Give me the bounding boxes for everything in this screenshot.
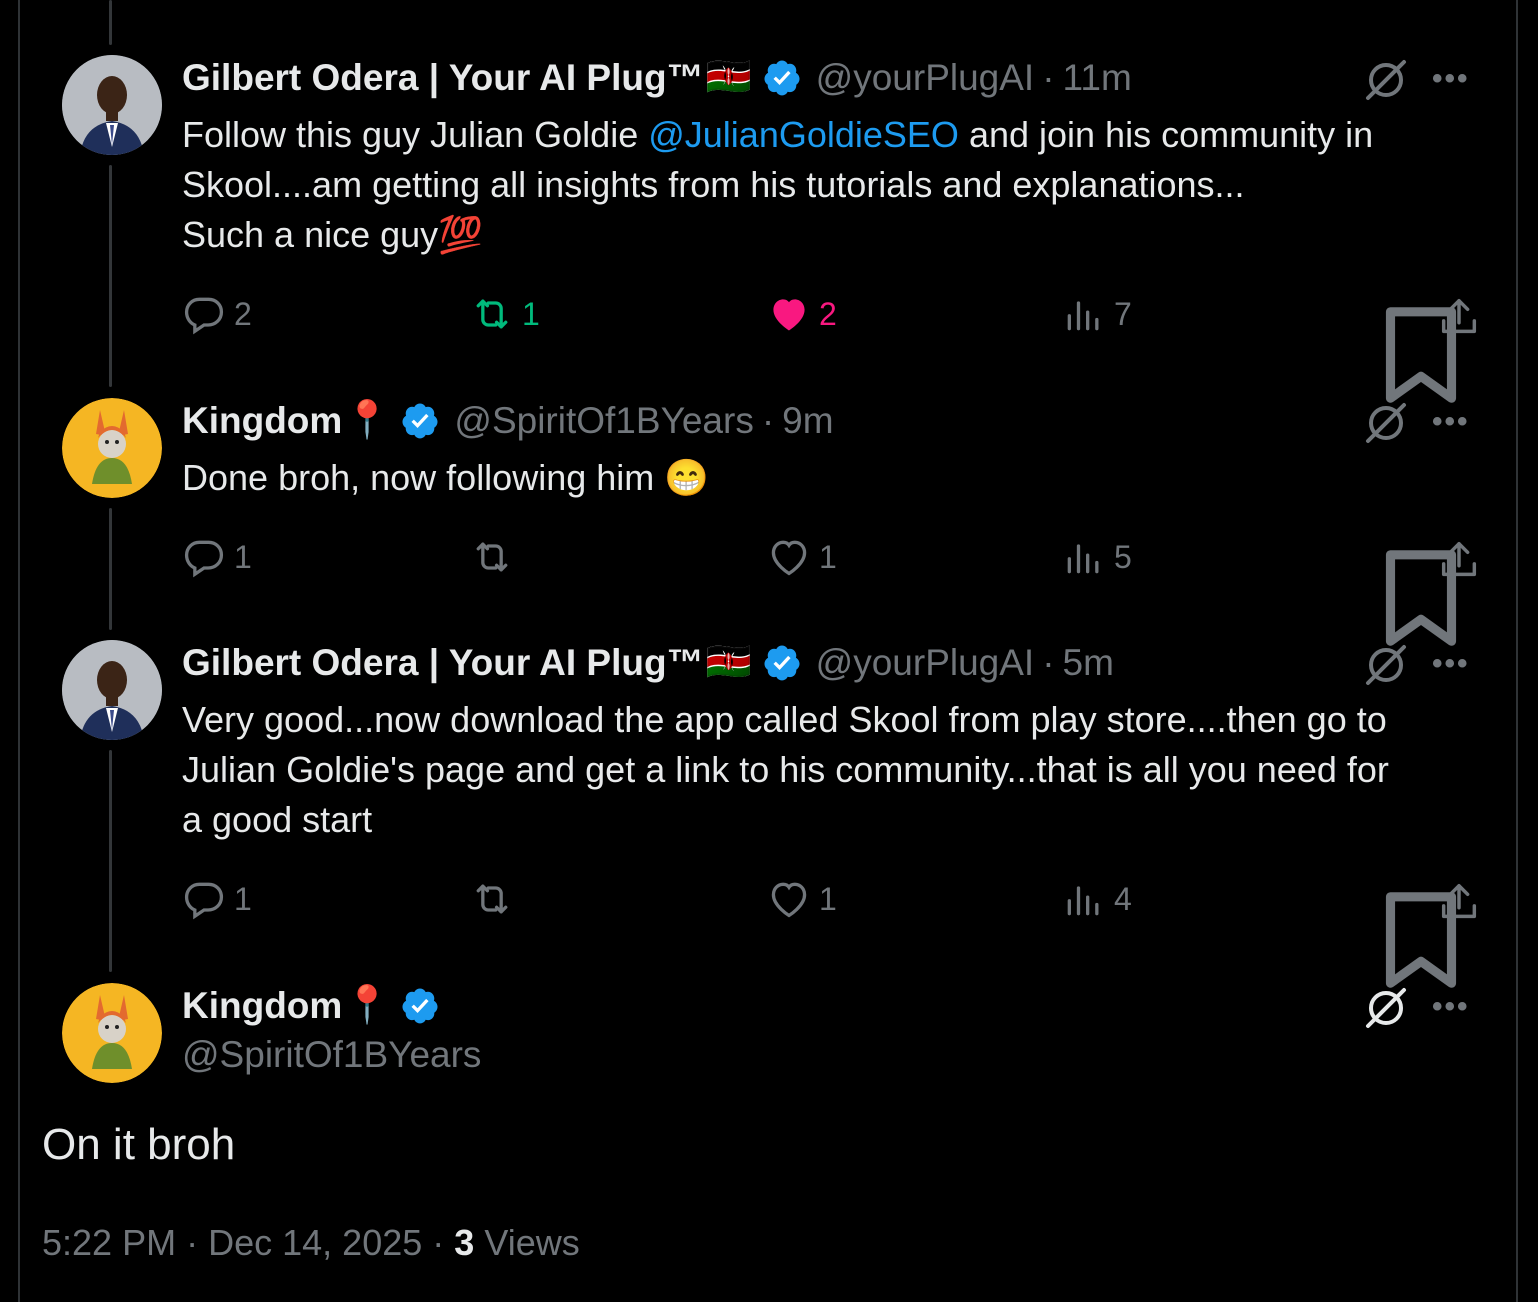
reply-tweet[interactable]: Gilbert Odera | Your AI Plug™ 🇰🇪 @yourPlu…	[20, 0, 1516, 403]
action-bar: 2 1 2 7	[182, 292, 1482, 403]
separator: ·	[761, 399, 775, 441]
focused-tweet-text: On it broh	[42, 1120, 236, 1169]
like-button[interactable]: 2	[767, 292, 837, 336]
heart-icon	[771, 882, 807, 918]
more-options-icon[interactable]: •••	[1432, 647, 1470, 681]
grok-icon[interactable]	[1360, 54, 1412, 106]
reply-tweet[interactable]: Gilbert Odera | Your AI Plug™ 🇰🇪 @yourPlu…	[20, 627, 1516, 988]
separator: ·	[1042, 56, 1055, 98]
tweet-text: Done broh, now following him 😁	[182, 457, 710, 498]
more-options-icon[interactable]: •••	[1432, 990, 1470, 1024]
more-options-icon[interactable]: •••	[1432, 62, 1470, 96]
user-handle[interactable]: @yourPlugAI	[816, 642, 1035, 684]
views-count: 3	[454, 1222, 475, 1263]
display-name[interactable]: Gilbert Odera | Your AI Plug™	[182, 642, 704, 684]
reply-count: 2	[234, 295, 252, 332]
like-button[interactable]: 1	[767, 877, 837, 921]
grok-icon[interactable]	[1360, 982, 1412, 1034]
views-label: Views	[484, 1222, 580, 1263]
views-button[interactable]: 4	[1062, 877, 1132, 921]
repost-button[interactable]	[470, 877, 522, 921]
share-icon[interactable]	[1436, 879, 1482, 925]
reply-button[interactable]: 2	[182, 292, 252, 336]
repost-icon	[476, 299, 508, 329]
display-name[interactable]: Kingdom	[182, 985, 342, 1027]
user-handle[interactable]: @yourPlugAI	[816, 57, 1035, 99]
grok-icon[interactable]	[1360, 639, 1412, 691]
verified-badge-icon	[764, 645, 800, 680]
heart-icon	[771, 540, 807, 576]
share-icon[interactable]	[1436, 537, 1482, 583]
views-button[interactable]: 5	[1062, 535, 1132, 579]
reply-icon	[184, 297, 224, 335]
verified-badge-icon	[402, 403, 438, 438]
timestamp[interactable]: 5m	[1063, 642, 1114, 684]
tweet-text: Very good...now download the app called …	[182, 699, 1389, 840]
separator: ·	[432, 1222, 445, 1263]
mention-link[interactable]: @JulianGoldieSEO	[648, 114, 959, 155]
reply-icon	[184, 882, 224, 920]
like-button[interactable]: 1	[767, 535, 837, 579]
conversation-thread: Gilbert Odera | Your AI Plug™ 🇰🇪 @yourPlu…	[0, 0, 1538, 1302]
timestamp[interactable]: 9m	[782, 400, 833, 442]
like-count: 1	[819, 538, 837, 575]
more-options-icon[interactable]: •••	[1432, 405, 1470, 439]
tweet-text: Follow this guy Julian Goldie @JulianGol…	[182, 110, 1482, 260]
repost-button[interactable]: 1	[470, 292, 540, 336]
reply-icon	[184, 540, 224, 578]
display-name[interactable]: Kingdom	[182, 400, 342, 442]
reply-count: 1	[234, 880, 252, 917]
name-emoji: 🇰🇪	[705, 56, 752, 97]
action-bar: 1 1 4	[182, 877, 1482, 988]
avatar[interactable]	[62, 55, 162, 155]
display-name[interactable]: Gilbert Odera | Your AI Plug™	[182, 57, 704, 99]
separator: ·	[186, 1222, 199, 1263]
avatar[interactable]	[62, 983, 162, 1083]
verified-badge-icon	[764, 60, 800, 95]
tweet-text-part: Follow this guy Julian Goldie	[182, 114, 649, 155]
analytics-icon	[1067, 886, 1099, 916]
like-count: 2	[819, 295, 837, 332]
column-border-right	[1516, 0, 1518, 1302]
views-count: 7	[1114, 295, 1132, 332]
post-date[interactable]: Dec 14, 2025	[208, 1222, 422, 1263]
avatar[interactable]	[62, 640, 162, 740]
name-emoji: 📍	[344, 984, 391, 1025]
views-count: 4	[1114, 880, 1132, 917]
analytics-icon	[1067, 544, 1099, 574]
repost-button[interactable]	[470, 535, 522, 579]
views-count: 5	[1114, 538, 1132, 575]
repost-icon	[476, 884, 508, 914]
analytics-icon	[1067, 301, 1099, 331]
name-emoji: 🇰🇪	[705, 641, 752, 682]
verified-badge-icon	[402, 988, 438, 1023]
reply-button[interactable]: 1	[182, 877, 252, 921]
repost-count: 1	[522, 295, 540, 332]
avatar[interactable]	[62, 398, 162, 498]
grok-icon[interactable]	[1360, 397, 1412, 449]
user-handle[interactable]: @SpiritOf1BYears	[182, 1034, 481, 1076]
post-time[interactable]: 5:22 PM	[42, 1222, 176, 1263]
action-bar: 1 1 5	[182, 535, 1482, 646]
views-button[interactable]: 7	[1062, 292, 1132, 336]
reply-tweet[interactable]: Kingdom 📍 @SpiritOf1BYears · 9m ••• Done br…	[20, 385, 1516, 646]
like-count: 1	[819, 880, 837, 917]
repost-icon	[476, 542, 508, 572]
tweet-meta: 5:22 PM · Dec 14, 2025 · 3 Views	[42, 1222, 580, 1264]
heart-filled-icon	[773, 299, 805, 331]
name-emoji: 📍	[344, 399, 391, 440]
separator: ·	[1042, 641, 1055, 683]
user-handle[interactable]: @SpiritOf1BYears	[454, 400, 753, 442]
share-icon[interactable]	[1436, 294, 1482, 340]
timestamp[interactable]: 11m	[1063, 57, 1132, 99]
reply-button[interactable]: 1	[182, 535, 252, 579]
reply-count: 1	[234, 538, 252, 575]
